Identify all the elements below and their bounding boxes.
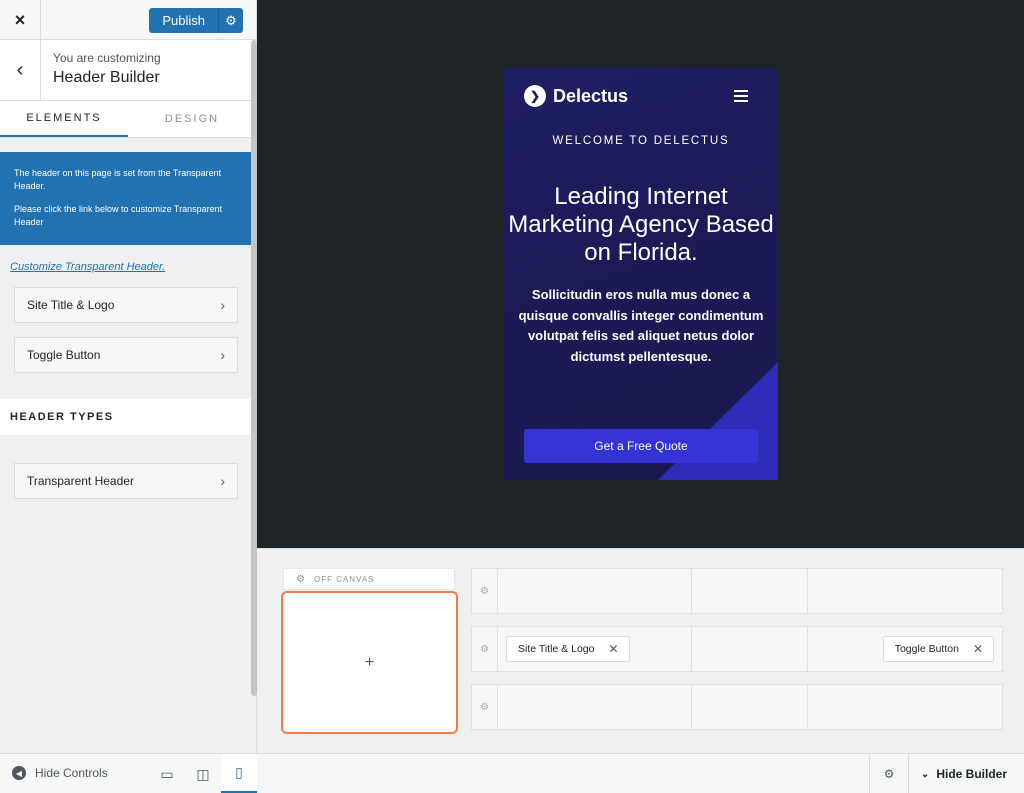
row-column-left[interactable] (498, 685, 692, 729)
hide-builder-button[interactable]: ⌄ Hide Builder (921, 767, 1007, 781)
add-icon[interactable]: + (365, 654, 374, 672)
row-column-right[interactable]: Toggle Button ✕ (808, 627, 1002, 671)
sidebar-item-label: Transparent Header (27, 474, 134, 488)
off-canvas-dropzone[interactable]: + (281, 591, 458, 734)
breadcrumb-pretitle: You are customizing (53, 51, 161, 65)
row-column-center[interactable] (692, 569, 808, 613)
back-chevron-icon[interactable]: ‹ (0, 40, 41, 100)
publish-settings-gear-icon[interactable]: ⚙ (218, 8, 243, 33)
sidebar-item-toggle-button[interactable]: Toggle Button › (14, 337, 238, 373)
row-gear-icon[interactable]: ⚙ (472, 569, 498, 613)
tab-design[interactable]: DESIGN (128, 101, 256, 137)
row-column-right[interactable] (808, 569, 1002, 613)
off-canvas-tab[interactable]: ⚙ OFF CANVAS (283, 568, 455, 590)
transparent-header-notice: The header on this page is set from the … (0, 152, 252, 245)
chip-label: Site Title & Logo (518, 643, 595, 655)
hide-controls-button[interactable]: ◀ Hide Controls (12, 766, 108, 780)
row-gear-icon[interactable]: ⚙ (472, 685, 498, 729)
row-column-left[interactable] (498, 569, 692, 613)
chip-label: Toggle Button (894, 643, 959, 655)
logo-mark-icon: ❯ (524, 85, 546, 107)
row-column-center[interactable] (692, 685, 808, 729)
row-column-left[interactable]: Site Title & Logo ✕ (498, 627, 692, 671)
close-icon[interactable]: × (0, 0, 41, 40)
chevron-down-icon: ⌄ (920, 768, 930, 780)
builder-row-top: ⚙ (471, 568, 1003, 614)
mobile-icon[interactable]: ▯ (221, 754, 257, 793)
publish-button[interactable]: Publish (149, 8, 218, 33)
chevron-right-icon: › (220, 297, 225, 313)
row-column-center[interactable] (692, 627, 808, 671)
gear-icon: ⚙ (296, 573, 306, 585)
sidebar-item-label: Site Title & Logo (27, 298, 115, 312)
customizer-topbar: × Publish ⚙ (0, 0, 256, 40)
row-gear-icon[interactable]: ⚙ (472, 627, 498, 671)
off-canvas-label: OFF CANVAS (313, 574, 375, 584)
site-logo[interactable]: ❯ Delectus (524, 85, 628, 107)
chip-site-title-logo[interactable]: Site Title & Logo ✕ (506, 636, 630, 662)
chevron-right-icon: › (220, 473, 225, 489)
header-builder-panel: ⚙ OFF CANVAS + ⚙ ⚙ Site Title & Logo ✕ T… (257, 548, 1024, 753)
row-column-right[interactable] (808, 685, 1002, 729)
builder-settings-gear-icon[interactable]: ⚙ (869, 754, 909, 793)
collapse-left-icon: ◀ (12, 766, 26, 780)
sidebar-item-label: Toggle Button (27, 348, 101, 362)
builder-row-bottom: ⚙ (471, 684, 1003, 730)
notice-line-2: Please click the link below to customize… (14, 204, 223, 227)
hide-controls-label: Hide Controls (35, 766, 108, 780)
close-icon[interactable]: ✕ (608, 642, 618, 656)
tablet-icon[interactable]: ◫ (185, 754, 221, 793)
chevron-right-icon: › (220, 347, 225, 363)
hero-body: Sollicitudin eros nulla mus donec a quis… (518, 287, 764, 364)
builder-footer: ⚙ ⌄ Hide Builder (257, 753, 1024, 793)
desktop-icon[interactable]: ▭ (149, 754, 185, 793)
chip-toggle-button[interactable]: Toggle Button ✕ (882, 636, 994, 662)
page-title: Header Builder (53, 69, 160, 86)
publish-group: Publish ⚙ (149, 8, 243, 33)
site-title: Delectus (553, 85, 629, 106)
mobile-preview-frame: ❯ Delectus WELCOME TO DELECTUS Leading I… (504, 68, 778, 480)
hero-headline: Leading Internet Marketing Agency Based … (508, 183, 774, 266)
notice-line-1: The header on this page is set from the … (14, 168, 222, 191)
tab-elements[interactable]: ELEMENTS (0, 101, 128, 137)
builder-row-main: ⚙ Site Title & Logo ✕ Toggle Button ✕ (471, 626, 1003, 672)
hide-builder-label: Hide Builder (936, 767, 1007, 781)
customizer-footer: ◀ Hide Controls ▭ ◫ ▯ (0, 753, 257, 793)
hero-eyebrow: WELCOME TO DELECTUS (552, 135, 730, 147)
sidebar-item-transparent-header[interactable]: Transparent Header › (14, 463, 238, 499)
breadcrumb: ‹ You are customizing Header Builder (0, 40, 256, 101)
hamburger-menu-icon[interactable] (734, 90, 748, 105)
site-preview: ❯ Delectus WELCOME TO DELECTUS Leading I… (257, 0, 1024, 548)
panel-tabs: ELEMENTS DESIGN (0, 101, 256, 138)
customizer-sidebar: × Publish ⚙ ‹ You are customizing Header… (0, 0, 257, 793)
get-quote-button[interactable]: Get a Free Quote (524, 429, 758, 463)
customize-transparent-header-link[interactable]: Customize Transparent Header. (10, 261, 256, 273)
sidebar-item-site-title-logo[interactable]: Site Title & Logo › (14, 287, 238, 323)
close-icon[interactable]: ✕ (973, 642, 983, 656)
header-types-heading: HEADER TYPES (0, 399, 256, 435)
